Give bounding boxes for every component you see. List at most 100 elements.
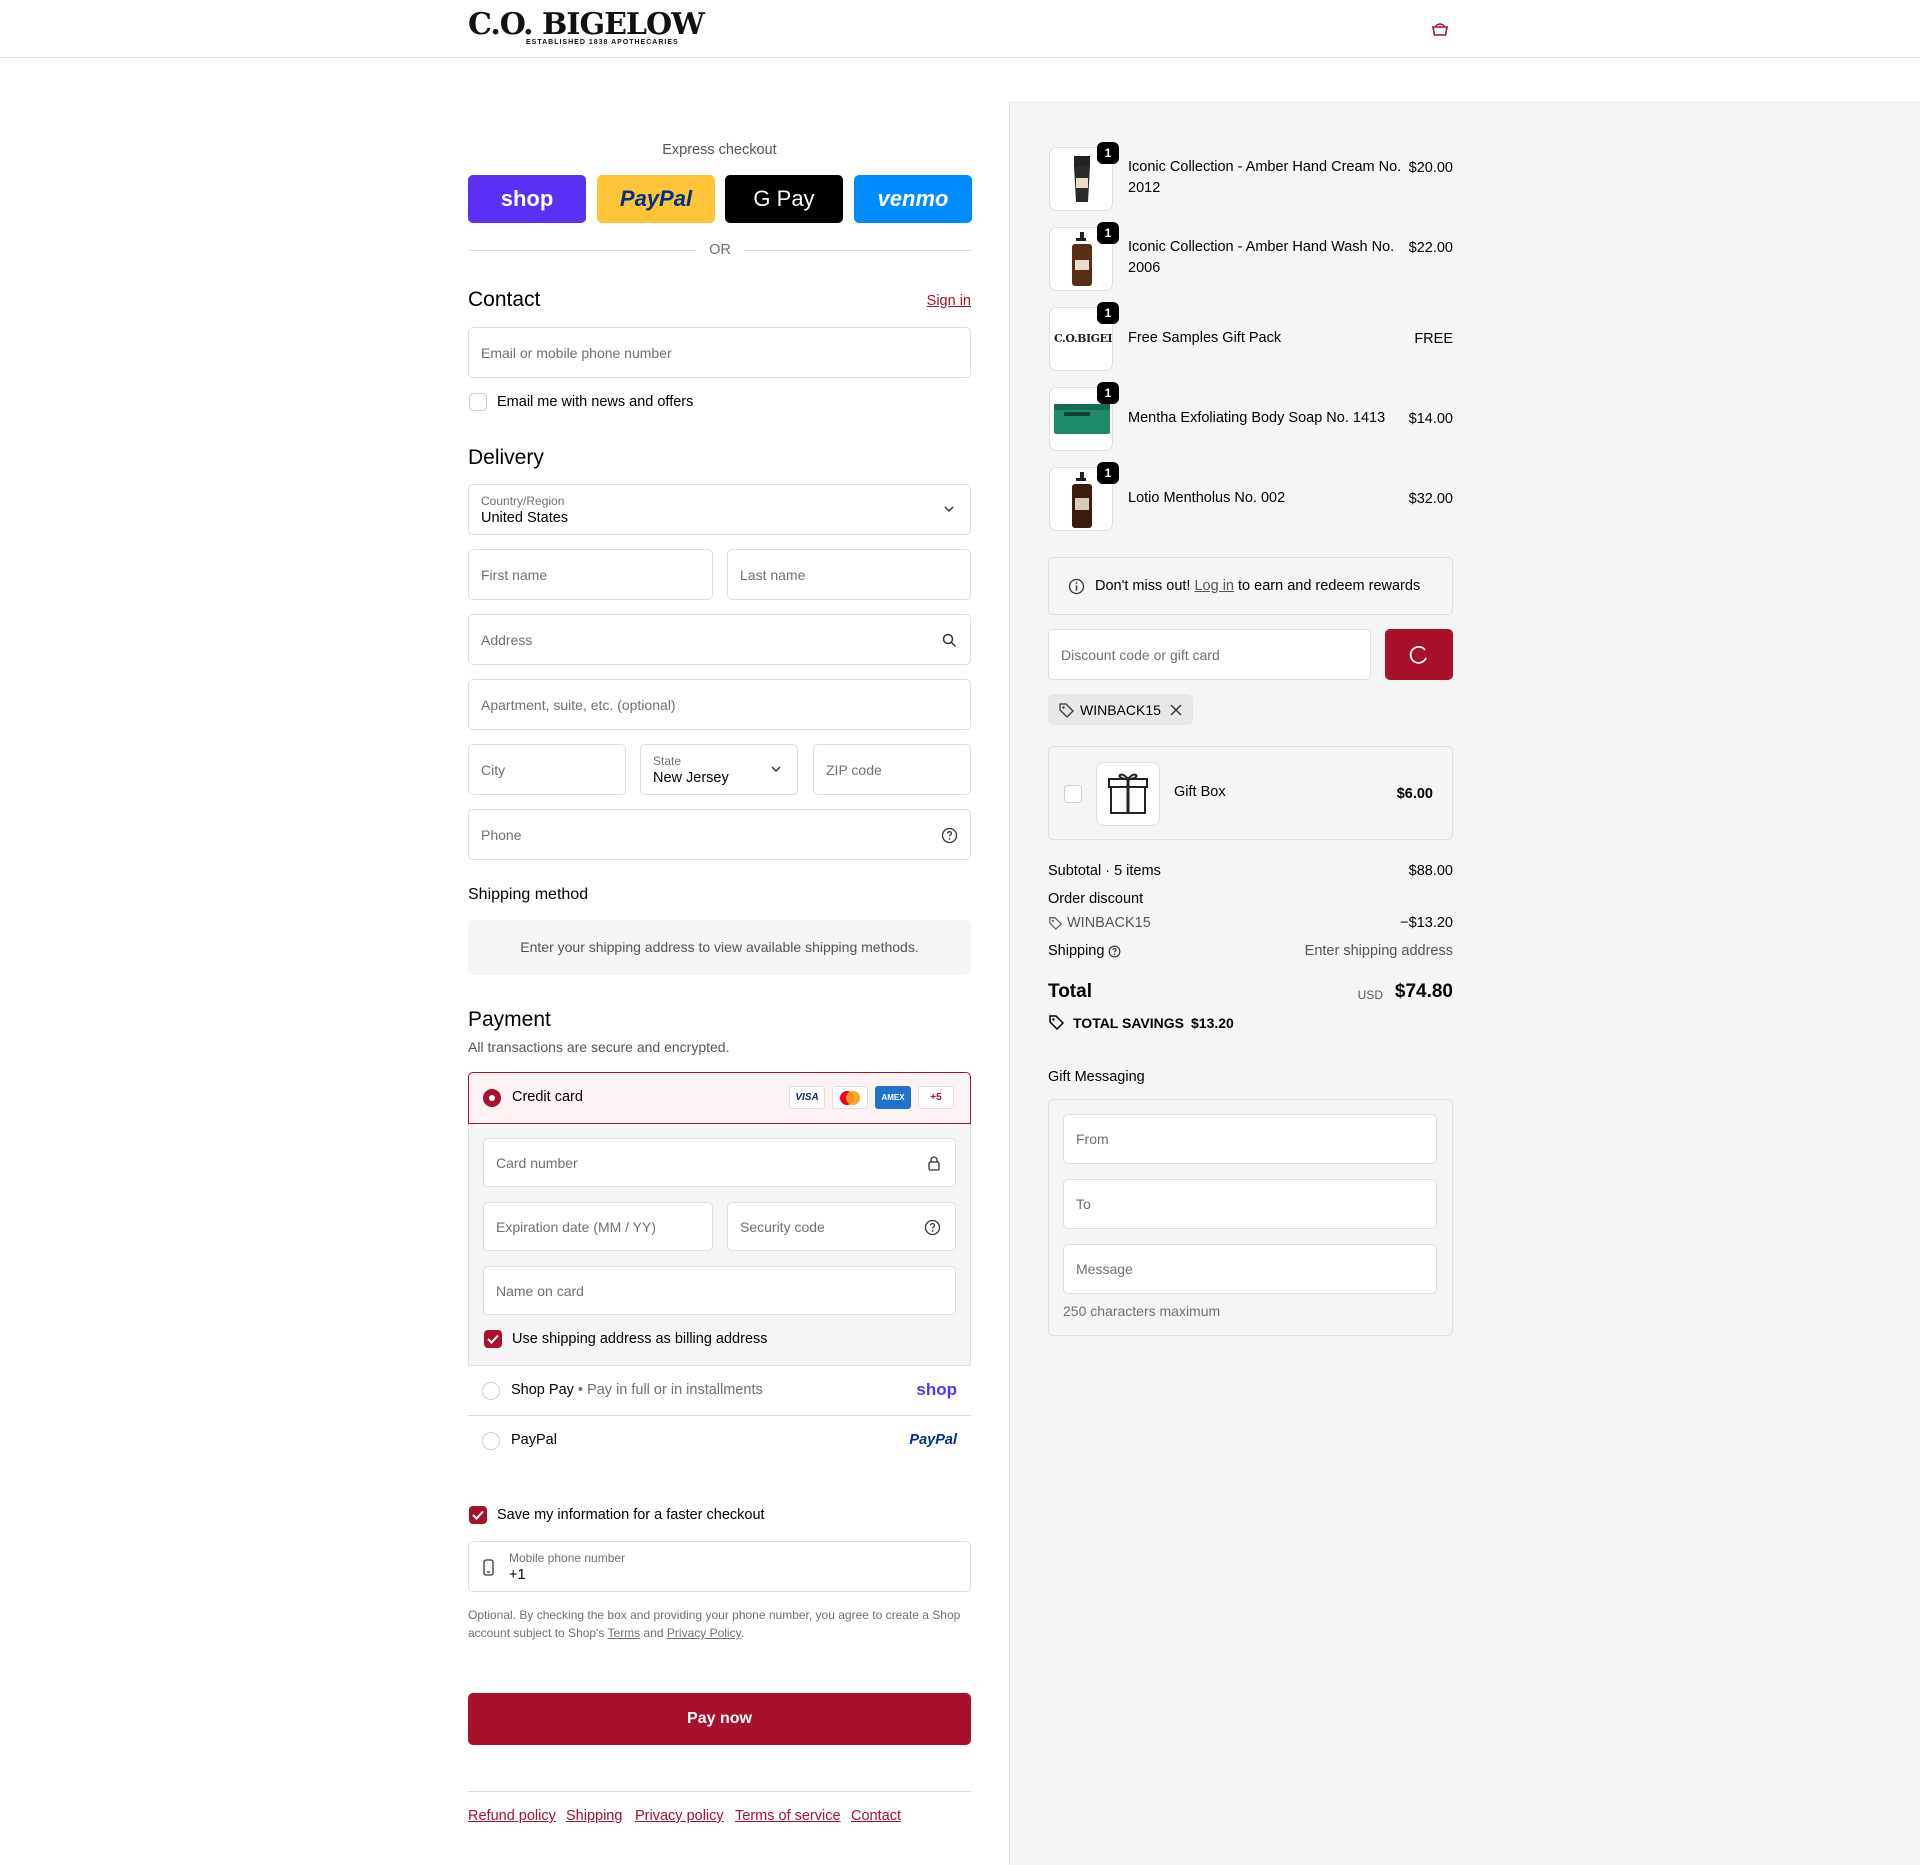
total-savings-value: $13.20 (1191, 1015, 1234, 1031)
name-on-card-field[interactable]: Name on card (483, 1266, 956, 1315)
tag-icon (1059, 703, 1074, 718)
item-name: Lotio Mentholus No. 002 (1128, 490, 1286, 506)
security-code-field[interactable]: Security code (727, 1202, 956, 1251)
total-value: $74.80 (1394, 981, 1453, 1002)
cart-icon[interactable] (1430, 20, 1450, 38)
google-pay-express-button[interactable]: G Pay (725, 175, 843, 223)
refund-policy-link[interactable]: Refund policy (468, 1808, 556, 1824)
shipping-label: Shipping (1048, 943, 1105, 959)
tag-icon (1049, 917, 1062, 930)
total-savings-label: TOTAL SAVINGS (1073, 1015, 1184, 1031)
city-field[interactable]: City (468, 744, 626, 795)
paypal-option-label: PayPal (511, 1432, 557, 1448)
close-icon[interactable] (1170, 704, 1182, 716)
country-select[interactable]: Country/Region United States (468, 484, 971, 535)
shop-pay-radio[interactable] (482, 1382, 500, 1400)
phone-placeholder: Phone (481, 826, 522, 843)
subtotal-label: Subtotal · 5 items (1048, 863, 1161, 879)
info-icon (1068, 578, 1085, 595)
contact-heading: Contact (468, 288, 541, 311)
paypal-option[interactable]: PayPal PayPal (468, 1415, 971, 1466)
email-field[interactable]: Email or mobile phone number (468, 327, 971, 378)
address-field[interactable]: Address (468, 614, 971, 665)
apartment-placeholder: Apartment, suite, etc. (optional) (481, 696, 676, 713)
chevron-down-icon (771, 766, 781, 773)
security-code-placeholder: Security code (740, 1218, 825, 1235)
gift-message-hint: 250 characters maximum (1063, 1303, 1221, 1319)
save-info-label: Save my information for a faster checkou… (497, 1507, 765, 1523)
legal-text: account subject to Shop's (468, 1626, 605, 1640)
loading-spinner-icon (1409, 645, 1427, 664)
rewards-login-link[interactable]: Log in (1194, 578, 1234, 594)
card-number-field[interactable]: Card number (483, 1138, 956, 1187)
apply-discount-button[interactable] (1385, 629, 1453, 680)
city-placeholder: City (481, 761, 506, 778)
sign-in-link[interactable]: Sign in (927, 293, 971, 309)
total-currency: USD (1357, 988, 1383, 1002)
news-checkbox[interactable] (469, 393, 487, 411)
item-qty-badge: 1 (1097, 142, 1119, 164)
state-select[interactable]: State New Jersey (640, 744, 798, 795)
gift-box-label: Gift Box (1174, 784, 1226, 800)
apartment-field[interactable]: Apartment, suite, etc. (optional) (468, 679, 971, 730)
gift-box-price: $6.00 (1396, 786, 1433, 802)
help-icon[interactable] (924, 1219, 941, 1236)
brand-logo[interactable]: C.O. BIGELOW ESTABLISHED 1838 APOTHECARI… (468, 10, 705, 48)
gift-from-field[interactable]: From (1063, 1114, 1437, 1164)
shop-pay-option-title: Shop Pay (511, 1382, 574, 1398)
state-label: State (653, 754, 682, 768)
shop-pay-express-button[interactable]: shop (468, 175, 586, 223)
last-name-field[interactable]: Last name (727, 549, 971, 600)
discount-code-field[interactable]: Discount code or gift card (1048, 629, 1371, 680)
amex-icon: AMEX (875, 1086, 911, 1109)
phone-field[interactable]: Phone (468, 809, 971, 860)
shop-terms-link[interactable]: Terms (608, 1626, 641, 1640)
terms-of-service-link[interactable]: Terms of service (735, 1808, 841, 1824)
privacy-policy-link[interactable]: Privacy policy (635, 1808, 724, 1824)
venmo-express-button[interactable]: venmo (854, 175, 972, 223)
expiration-field[interactable]: Expiration date (MM / YY) (483, 1202, 713, 1251)
google-pay-label: G Pay (753, 186, 815, 211)
chevron-down-icon (944, 506, 954, 513)
pay-now-button[interactable]: Pay now (468, 1693, 971, 1745)
shipping-value: Enter shipping address (1304, 943, 1453, 959)
shop-pay-option[interactable]: Shop Pay • Pay in full or in installment… (468, 1365, 971, 1415)
paypal-label: PayPal (619, 186, 693, 211)
help-icon[interactable] (1108, 945, 1121, 958)
save-info-checkbox[interactable] (469, 1506, 487, 1524)
paypal-radio[interactable] (482, 1432, 500, 1450)
billing-same-label: Use shipping address as billing address (512, 1331, 768, 1347)
gift-message-field[interactable]: Message (1063, 1244, 1437, 1294)
shop-privacy-link[interactable]: Privacy Policy (667, 1626, 741, 1640)
gift-box-checkbox[interactable] (1064, 785, 1082, 803)
mobile-phone-label: Mobile phone number (509, 1551, 626, 1565)
contact-link[interactable]: Contact (851, 1808, 901, 1824)
shipping-method-heading: Shipping method (468, 886, 589, 903)
first-name-field[interactable]: First name (468, 549, 713, 600)
search-icon (942, 633, 957, 648)
help-icon[interactable] (941, 827, 958, 844)
paypal-express-button[interactable]: PayPal (597, 175, 715, 223)
card-number-placeholder: Card number (496, 1154, 578, 1171)
gift-from-placeholder: From (1076, 1131, 1109, 1147)
more-cards-badge: +5 (918, 1086, 954, 1109)
mobile-phone-value: +1 (509, 1567, 526, 1583)
billing-same-checkbox[interactable] (484, 1330, 502, 1348)
item-price: $32.00 (1408, 491, 1453, 507)
gift-box-upsell: Gift Box $6.00 (1048, 746, 1453, 840)
shipping-policy-link[interactable]: Shipping (566, 1808, 622, 1824)
credit-card-radio[interactable] (483, 1089, 501, 1107)
mobile-phone-icon (483, 1559, 494, 1576)
expiration-placeholder: Expiration date (MM / YY) (496, 1218, 657, 1235)
name-on-card-placeholder: Name on card (496, 1282, 584, 1299)
subtotal-value: $88.00 (1408, 863, 1453, 879)
gift-to-field[interactable]: To (1063, 1179, 1437, 1229)
shop-pay-option-sub: Pay in full or in installments (587, 1382, 763, 1398)
zip-field[interactable]: ZIP code (813, 744, 971, 795)
order-summary-panel (1009, 101, 1920, 1865)
mobile-phone-field[interactable]: Mobile phone number +1 (468, 1541, 971, 1592)
state-value: New Jersey (653, 770, 729, 786)
shop-pay-label: shop (500, 186, 554, 211)
logo-sub-text: ESTABLISHED 1838 APOTHECARIES (526, 39, 679, 46)
lock-icon (928, 1156, 940, 1171)
